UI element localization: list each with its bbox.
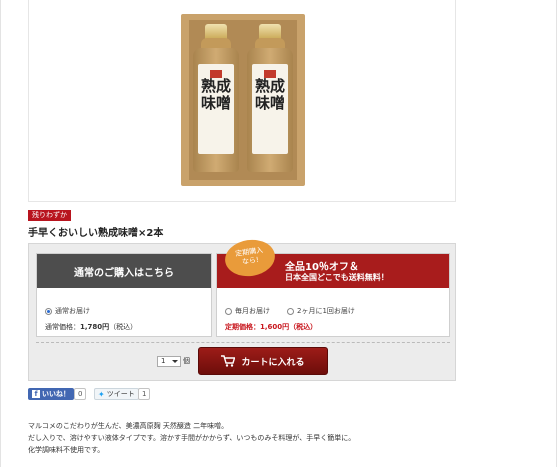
gift-box: 熟成 味噌 熟成 味噌	[181, 14, 305, 186]
product-description: マルコメのこだわりが生んだ、美濃高原麹 天然醸造 二年味噌。 だし入りで、溶けや…	[28, 420, 355, 456]
subscription-burst-badge: 定期購入 なら!	[222, 236, 278, 280]
add-to-cart-button[interactable]: カートに入れる	[198, 347, 328, 375]
left-border	[0, 0, 1, 467]
subscription-shipping-text: 日本全国どこでも送料無料！	[285, 273, 389, 282]
subscription-purchase-box: 定期購入 なら! 全品10％オフ＆ 日本全国どこでも送料無料！ 毎月お届け 2ヶ…	[216, 236, 450, 337]
subscription-discount-text: 全品10％オフ＆	[285, 262, 359, 273]
description-line: だし入りで、溶けやすい液体タイプです。溶かす手間がかからず、いつものみそ料理が、…	[28, 434, 356, 442]
quantity-select[interactable]: 1	[157, 356, 181, 367]
subscription-price-value: 1,600円	[260, 323, 290, 331]
purchase-panel: 通常のご購入はこちら 通常お届け 通常価格：1,780円（税込） 定期購入 なら…	[28, 236, 456, 381]
facebook-icon: f	[32, 390, 40, 398]
twitter-bird-icon: ✦	[98, 389, 105, 399]
product-page: 熟成 味噌 熟成 味噌 残りわずか 手早くおいしい熟成味噌×2本 通常のご購入は…	[0, 0, 560, 467]
low-stock-badge: 残りわずか	[28, 210, 71, 221]
normal-price: 通常価格：1,780円（税込）	[45, 323, 138, 331]
normal-price-value: 1,780円	[80, 323, 110, 331]
product-image[interactable]: 熟成 味噌 熟成 味噌	[28, 0, 456, 202]
radio-icon[interactable]	[287, 307, 294, 315]
tweet-button[interactable]: ✦ ツイート	[94, 388, 139, 400]
bottle-right: 熟成 味噌	[245, 24, 295, 172]
normal-purchase-heading: 通常のご購入はこちら	[37, 254, 211, 288]
bottle-label-text: 熟成 味噌	[254, 77, 285, 112]
chevron-down-icon	[172, 360, 178, 363]
tweet-count: 1	[138, 388, 151, 400]
bottle-label-text: 熟成 味噌	[200, 77, 231, 112]
facebook-like-button[interactable]: f いいね！	[28, 388, 74, 400]
like-count: 0	[74, 388, 87, 400]
radio-icon[interactable]	[225, 307, 232, 315]
normal-delivery-label: 通常お届け	[55, 307, 90, 315]
divider	[36, 342, 450, 343]
radio-selected-icon[interactable]	[45, 307, 52, 315]
product-title: 手早くおいしい熟成味噌×2本	[28, 228, 164, 239]
normal-purchase-box: 通常のご購入はこちら 通常お届け 通常価格：1,780円（税込）	[36, 253, 212, 337]
subscription-price: 定期価格：1,600円（税込）	[225, 323, 318, 331]
add-to-cart-label: カートに入れる	[241, 357, 305, 368]
right-border	[556, 0, 557, 467]
monthly-delivery-option[interactable]: 毎月お届け	[225, 306, 270, 316]
subscription-heading: 定期購入 なら! 全品10％オフ＆ 日本全国どこでも送料無料！	[217, 236, 449, 288]
bimonthly-delivery-option[interactable]: 2ヶ月に1回お届け	[287, 306, 355, 316]
quantity-unit: 個	[183, 357, 190, 365]
normal-delivery-option[interactable]: 通常お届け	[45, 306, 90, 316]
cart-icon	[221, 355, 236, 367]
description-line: マルコメのこだわりが生んだ、美濃高原麹 天然醸造 二年味噌。	[28, 422, 229, 430]
bottle-left: 熟成 味噌	[191, 24, 241, 172]
description-line: 化学調味料不使用です。	[28, 446, 105, 454]
